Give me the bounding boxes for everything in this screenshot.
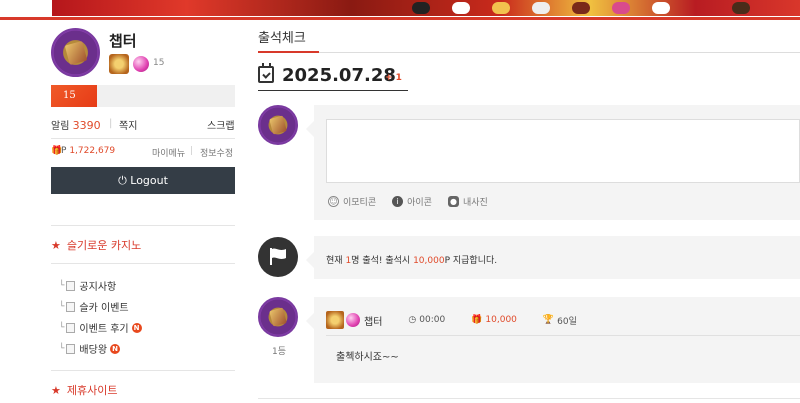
level-progress-bar: 15 [51, 85, 235, 107]
progress-label: 15 [63, 90, 76, 101]
notice-prefix: 현재 [326, 256, 343, 266]
scrap-link[interactable]: 스크랩 [207, 117, 235, 132]
pink-ball-icon [133, 56, 149, 72]
composer-toolbar: ☺ 이모티콘 i 아이콘 ● 내사진 [328, 195, 488, 208]
gift-icon: 🎁 [471, 315, 483, 325]
new-badge: N [110, 343, 121, 354]
header-divider [0, 17, 800, 20]
alarm-link[interactable]: 알림 3390 [51, 117, 101, 132]
avatar[interactable] [258, 297, 298, 337]
divider [258, 90, 408, 91]
document-icon [66, 301, 76, 312]
clock-icon: ◷ [408, 315, 417, 325]
flag-avatar [258, 237, 298, 277]
memo-link[interactable]: 쪽지 [119, 117, 137, 132]
comment-days-value: 60일 [557, 316, 577, 327]
menu-item-label: 배당왕 [79, 345, 108, 356]
mymenu-link[interactable]: 마이메뉴 [152, 146, 185, 159]
notice-suffix: P 지급합니다. [444, 256, 498, 266]
comment-points-value: 10,000 [485, 315, 517, 325]
tree-branch-icon: └ [59, 322, 65, 333]
rank-label: 1등 [272, 347, 287, 357]
menu-item[interactable]: └ 배당왕 N [59, 341, 121, 356]
section-title-casino[interactable]: ★ 슬기로운 카지노 [51, 237, 141, 253]
divider [326, 335, 800, 336]
level-number: 15 [153, 58, 165, 68]
document-icon [66, 322, 76, 333]
page-title[interactable]: 출석체크 [258, 27, 306, 46]
points-prefix: P [61, 146, 67, 156]
new-badge: N [131, 322, 142, 333]
alarm-count: 3390 [72, 119, 101, 132]
icon-label: 아이콘 [407, 198, 432, 208]
trophy-icon: 🏆 [542, 315, 555, 325]
points-value: 1,722,679 [69, 146, 116, 156]
comment-header: 챕터 ◷ 00:00 🎁 10,000 🏆 60일 [326, 311, 577, 329]
section-title-partners[interactable]: ★ 제휴사이트 [51, 382, 117, 398]
divider [51, 225, 235, 226]
document-icon [66, 343, 76, 354]
menu-item-label: 공지사항 [79, 282, 117, 293]
top-banner[interactable] [52, 0, 800, 16]
photo-button[interactable]: ● 내사진 [447, 195, 488, 208]
emoticon-button[interactable]: ☺ 이모티콘 [328, 195, 376, 208]
attendance-date: 2025.07.28 [282, 65, 396, 86]
reward-points: 10,000 [413, 256, 445, 266]
notice-middle: 명 출석! 출석시 [351, 256, 411, 266]
active-tab-underline [258, 51, 319, 53]
pink-ball-icon [346, 313, 360, 327]
icon-button[interactable]: i 아이콘 [392, 195, 432, 208]
date-plus-badge: + 1 [385, 73, 402, 83]
comment-composer: ☺ 이모티콘 i 아이콘 ● 내사진 [306, 105, 800, 220]
comment-body: 출첵하시죠~~ [336, 352, 399, 363]
comment-textarea[interactable] [326, 119, 800, 183]
menu-item[interactable]: └ 공지사항 [59, 278, 116, 293]
star-icon: ★ [51, 384, 61, 397]
points-display: P 1,722,679 [61, 146, 115, 156]
username[interactable]: 챕터 [109, 30, 137, 51]
tree-branch-icon: └ [59, 301, 65, 312]
level-icon [326, 311, 344, 329]
power-icon: ⏻ [118, 174, 127, 187]
comment-days: 🏆 60일 [543, 314, 577, 327]
divider [51, 263, 235, 264]
comment-time: ◷ 00:00 [408, 315, 445, 325]
divider: | [109, 118, 113, 129]
section-title-label: 제휴사이트 [66, 384, 118, 397]
alarm-label: 알림 [51, 121, 70, 132]
emoticon-label: 이모티콘 [343, 198, 377, 208]
info-icon: i [392, 196, 404, 207]
divider [51, 370, 235, 371]
comment-time-value: 00:00 [419, 315, 446, 325]
divider [51, 138, 235, 139]
divider [258, 398, 800, 399]
attendance-comment: 챕터 ◷ 00:00 🎁 10,000 🏆 60일 출첵하시죠~~ [306, 297, 800, 383]
divider: | [190, 146, 194, 156]
divider [258, 52, 800, 53]
menu-item[interactable]: └ 슬카 이벤트 [59, 299, 129, 314]
logout-button[interactable]: ⏻ Logout [51, 167, 235, 194]
attendance-notice: 현재 1명 출석! 출석시 10,000P 지급합니다. [306, 236, 800, 279]
tree-branch-icon: └ [59, 280, 65, 291]
user-icon: ● [447, 196, 459, 207]
tree-branch-icon: └ [59, 343, 65, 354]
flag-icon [270, 248, 286, 265]
avatar[interactable] [258, 105, 298, 145]
comment-points: 🎁 10,000 [471, 315, 517, 325]
star-icon: ★ [51, 239, 61, 252]
comment-author[interactable]: 챕터 [364, 313, 382, 328]
document-icon [66, 280, 76, 291]
notice-text: 현재 1명 출석! 출석시 10,000P 지급합니다. [326, 253, 497, 266]
menu-item-label: 이벤트 후기 [79, 324, 129, 335]
menu-item[interactable]: └ 이벤트 후기 N [59, 320, 142, 335]
menu-item-label: 슬카 이벤트 [79, 303, 129, 314]
smile-icon: ☺ [328, 196, 339, 207]
photo-label: 내사진 [462, 198, 488, 208]
level-icon [109, 54, 129, 74]
logout-label: Logout [130, 174, 168, 187]
edit-profile-link[interactable]: 정보수정 [200, 146, 233, 159]
calendar-check-icon [258, 63, 274, 83]
section-title-label: 슬기로운 카지노 [66, 239, 142, 252]
avatar[interactable] [51, 28, 100, 77]
